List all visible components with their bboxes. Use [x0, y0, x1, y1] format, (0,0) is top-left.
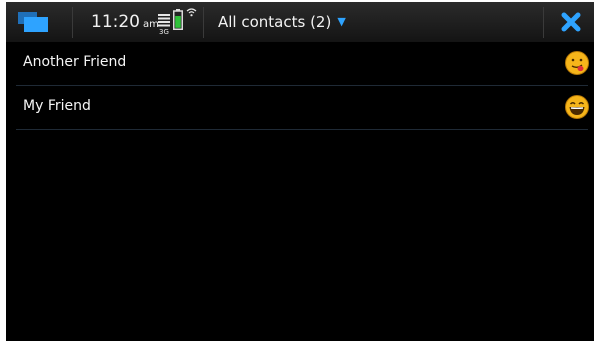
clock-time: 11:20 [91, 12, 140, 32]
separator [72, 7, 73, 38]
dropdown-arrow-icon: ▼ [337, 15, 346, 28]
contact-name: Another Friend [23, 54, 127, 70]
status-bar: 11:20 am 3G All contacts (2) ▼ [6, 2, 594, 42]
separator [203, 7, 204, 38]
contact-row[interactable]: Another Friend [16, 42, 589, 86]
status-clock[interactable]: 11:20 am [91, 12, 159, 32]
network-type-label: 3G [159, 28, 169, 35]
signal-strength-icon: 3G [158, 14, 170, 35]
separator [543, 7, 544, 38]
contact-list: Another Friend My Friend [6, 42, 594, 130]
close-icon[interactable] [559, 10, 583, 34]
view-menu-button[interactable]: All contacts (2) ▼ [218, 13, 346, 31]
contact-row[interactable]: My Friend [16, 86, 589, 130]
contact-name: My Friend [23, 98, 91, 114]
view-menu-label: All contacts (2) [218, 13, 332, 31]
battery-icon [173, 9, 183, 30]
task-switcher-icon[interactable] [16, 9, 52, 35]
wifi-icon [186, 8, 197, 17]
contacts-screen: 11:20 am 3G All contacts (2) ▼ Another F… [6, 2, 594, 341]
tongue-smiley-icon [565, 51, 589, 75]
laughing-smiley-icon [565, 95, 589, 119]
